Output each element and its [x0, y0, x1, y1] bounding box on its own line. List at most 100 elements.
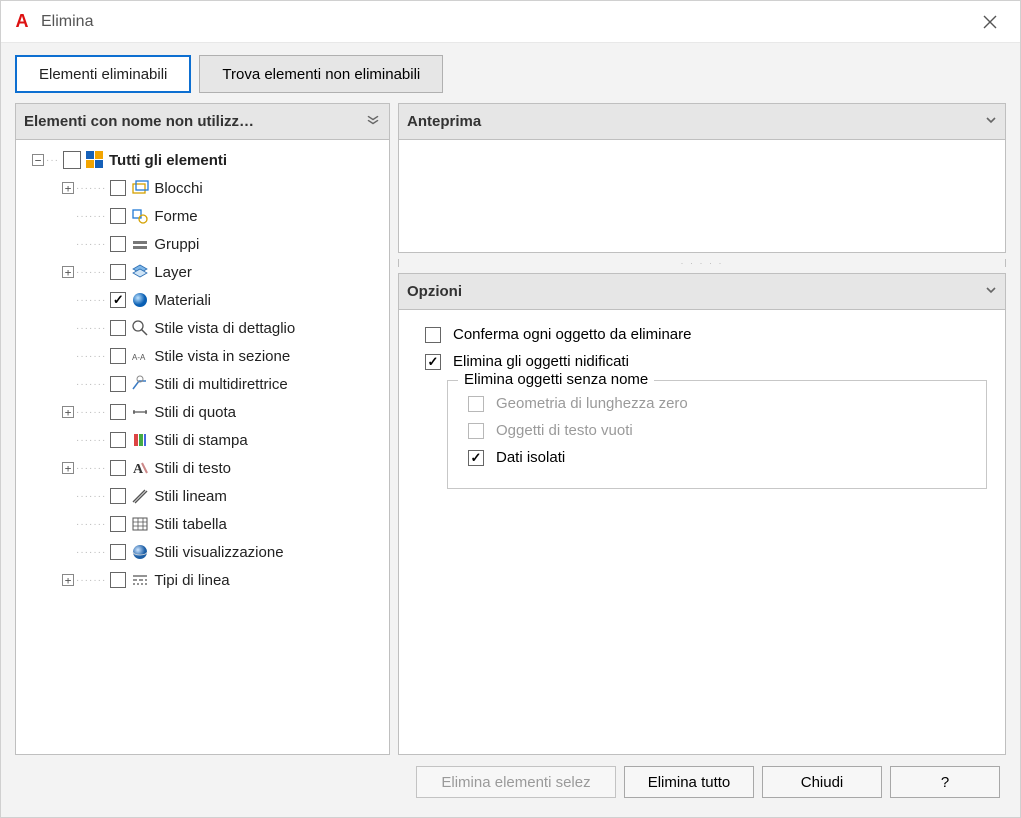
- tree-item-blocchi[interactable]: + ······· Blocchi: [22, 174, 385, 202]
- tree-checkbox[interactable]: [110, 460, 126, 476]
- splitter[interactable]: · · · · ·: [398, 259, 1006, 267]
- expand-icon[interactable]: +: [62, 182, 74, 194]
- tree-item-label: Stile vista in sezione: [154, 348, 290, 365]
- root-checkbox[interactable]: [63, 151, 81, 169]
- text-style-icon: A: [130, 458, 150, 478]
- tree-item-gruppi[interactable]: ······· Gruppi: [22, 230, 385, 258]
- nested-label: Elimina gli oggetti nidificati: [453, 353, 629, 370]
- tree-item-label: Stili di multidirettrice: [154, 376, 287, 393]
- tree-checkbox[interactable]: [110, 432, 126, 448]
- nested-checkbox[interactable]: [425, 354, 441, 370]
- expand-icon[interactable]: +: [62, 462, 74, 474]
- svg-text:A-A: A-A: [132, 353, 146, 362]
- linetype-icon: [130, 570, 150, 590]
- tree-item-linetypes[interactable]: +······· Tipi di linea: [22, 566, 385, 594]
- expand-icon[interactable]: +: [62, 266, 74, 278]
- opt-nested-row[interactable]: Elimina gli oggetti nidificati: [421, 353, 987, 370]
- table-icon: [130, 514, 150, 534]
- purge-selected-button: Elimina elementi selez: [416, 766, 616, 798]
- tree-item-label: Stili di stampa: [154, 432, 247, 449]
- tree-item-dimstyles[interactable]: +······· Stili di quota: [22, 398, 385, 426]
- objects-tree[interactable]: − ··· Tutti gli elementi + ·······: [16, 140, 389, 754]
- tree-connector: ·······: [76, 491, 106, 502]
- tree-item-visualstyles[interactable]: ······· Stili visualizzazione: [22, 538, 385, 566]
- tree-root[interactable]: − ··· Tutti gli elementi: [22, 146, 385, 174]
- tree-item-textstyles[interactable]: +······· A Stili di testo: [22, 454, 385, 482]
- window-title: Elimina: [41, 13, 970, 31]
- plot-icon: [130, 430, 150, 450]
- close-icon[interactable]: [970, 1, 1010, 43]
- opt-confirm-row[interactable]: Conferma ogni oggetto da eliminare: [421, 326, 987, 343]
- purge-all-button[interactable]: Elimina tutto: [624, 766, 754, 798]
- multileader-icon: [130, 374, 150, 394]
- opt-isolated-row[interactable]: Dati isolati: [464, 449, 970, 466]
- named-objects-header[interactable]: Elementi con nome non utilizz…: [16, 104, 389, 140]
- unnamed-groupbox: Elimina oggetti senza nome Geometria di …: [447, 380, 987, 489]
- expand-icon[interactable]: +: [62, 406, 74, 418]
- tree-checkbox[interactable]: [110, 572, 126, 588]
- close-button[interactable]: Chiudi: [762, 766, 882, 798]
- preview-header[interactable]: Anteprima: [399, 104, 1005, 140]
- all-items-icon: [85, 150, 105, 170]
- zerolen-checkbox: [468, 396, 484, 412]
- purge-dialog: A Elimina Elementi eliminabili Trova ele…: [0, 0, 1021, 818]
- tab-purgeable[interactable]: Elementi eliminabili: [15, 55, 191, 93]
- titlebar: A Elimina: [1, 1, 1020, 43]
- chevron-down-icon: [985, 284, 997, 299]
- isolated-checkbox[interactable]: [468, 450, 484, 466]
- tree-connector: ·······: [76, 211, 106, 222]
- tab-nonpurgeable[interactable]: Trova elementi non eliminabili: [199, 55, 443, 93]
- options-header[interactable]: Opzioni: [399, 274, 1005, 310]
- unnamed-group-title: Elimina oggetti senza nome: [458, 371, 654, 388]
- chevron-down-icon: [985, 114, 997, 129]
- tree-connector: ···: [46, 155, 59, 166]
- section-view-icon: A-A: [130, 346, 150, 366]
- opt-zerolen-row: Geometria di lunghezza zero: [464, 395, 970, 412]
- collapse-icon[interactable]: −: [32, 154, 44, 166]
- visual-style-icon: [130, 542, 150, 562]
- tree-checkbox[interactable]: [110, 320, 126, 336]
- emptytext-checkbox: [468, 423, 484, 439]
- chevron-double-down-icon: [365, 114, 381, 129]
- expand-icon[interactable]: +: [62, 574, 74, 586]
- tree-checkbox[interactable]: [110, 516, 126, 532]
- confirm-label: Conferma ogni oggetto da eliminare: [453, 326, 691, 343]
- tree-connector: ·······: [76, 407, 106, 418]
- tree-connector: ·······: [76, 323, 106, 334]
- tree-connector: ·······: [76, 547, 106, 558]
- options-title: Opzioni: [407, 283, 462, 300]
- confirm-checkbox[interactable]: [425, 327, 441, 343]
- tree-item-forme[interactable]: ······· Forme: [22, 202, 385, 230]
- tree-checkbox[interactable]: [110, 208, 126, 224]
- tree-checkbox[interactable]: [110, 348, 126, 364]
- tree-item-label: Stili visualizzazione: [154, 544, 283, 561]
- autocad-icon: A: [11, 11, 33, 33]
- tree-item-label: Stili lineam: [154, 488, 227, 505]
- tree-checkbox[interactable]: [110, 376, 126, 392]
- mline-icon: [130, 486, 150, 506]
- tree-item-sectionstyles[interactable]: ······· A-A Stile vista in sezione: [22, 342, 385, 370]
- preview-title: Anteprima: [407, 113, 481, 130]
- tree-checkbox[interactable]: [110, 544, 126, 560]
- tree-connector: ·······: [76, 239, 106, 250]
- tree-item-label: Blocchi: [154, 180, 202, 197]
- tree-item-label: Materiali: [154, 292, 211, 309]
- help-button[interactable]: ?: [890, 766, 1000, 798]
- tree-checkbox[interactable]: [110, 180, 126, 196]
- tree-item-detailstyles[interactable]: ······· Stile vista di dettaglio: [22, 314, 385, 342]
- tree-checkbox[interactable]: [110, 488, 126, 504]
- tree-item-layer[interactable]: + ······· Layer: [22, 258, 385, 286]
- tree-item-label: Stili di quota: [154, 404, 236, 421]
- options-body: Conferma ogni oggetto da eliminare Elimi…: [399, 310, 1005, 507]
- tree-item-materiali[interactable]: ······· Materiali: [22, 286, 385, 314]
- tree-item-tablestyles[interactable]: ······· Stili tabella: [22, 510, 385, 538]
- tree-item-mleader[interactable]: ······· Stili di multidirettrice: [22, 370, 385, 398]
- tree-checkbox[interactable]: [110, 404, 126, 420]
- tree-checkbox[interactable]: [110, 236, 126, 252]
- options-panel: Opzioni Conferma ogni oggetto da elimina…: [398, 273, 1006, 755]
- tree-item-plotstyles[interactable]: ······· Stili di stampa: [22, 426, 385, 454]
- dimension-icon: [130, 402, 150, 422]
- tree-checkbox[interactable]: [110, 264, 126, 280]
- tree-checkbox[interactable]: [110, 292, 126, 308]
- tree-item-mlinestyles[interactable]: ······· Stili lineam: [22, 482, 385, 510]
